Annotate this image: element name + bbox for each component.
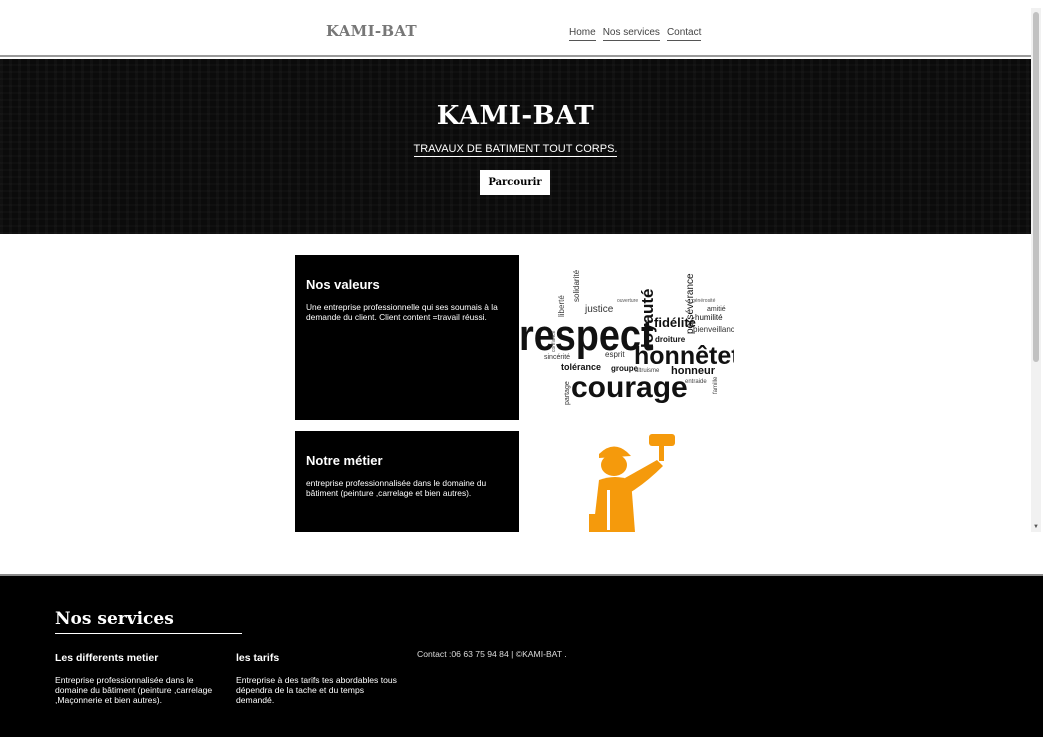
values-wordcloud-image: respect loyauté honnêteté courage fidéli… bbox=[519, 269, 734, 405]
hero-title: KAMI-BAT bbox=[436, 101, 595, 131]
roller-handle-shape bbox=[659, 445, 664, 461]
word-partage: partage bbox=[564, 381, 571, 405]
painter-worker-illustration bbox=[589, 434, 675, 532]
roller-head-shape bbox=[649, 434, 675, 446]
top-navbar: KAMI-BAT Home Nos services Contact bbox=[0, 0, 1031, 57]
footer-col-tarifs-title: les tarifs bbox=[236, 652, 280, 664]
footer-col-metiers-text: Entreprise professionnalisée dans le dom… bbox=[55, 675, 213, 705]
word-liberte: liberté bbox=[557, 295, 566, 317]
word-solidarite: solidarité bbox=[572, 269, 581, 302]
footer-contact: Contact :06 63 75 94 84 | ©KAMI-BAT . bbox=[417, 649, 567, 659]
word-honneur: honneur bbox=[671, 365, 716, 377]
hero-subtitle-text[interactable]: TRAVAUX DE BATIMENT TOUT CORPS. bbox=[413, 143, 618, 157]
word-ouverture: ouverture bbox=[617, 298, 638, 304]
word-famille: famille bbox=[713, 376, 719, 394]
footer-title: Nos services bbox=[55, 609, 174, 629]
hero-subtitle: TRAVAUX DE BATIMENT TOUT CORPS. bbox=[0, 143, 1031, 157]
footer-col-metiers-title: Les differents metier bbox=[55, 652, 159, 664]
page-scrollbar[interactable]: ▼ bbox=[1031, 8, 1041, 532]
overall-strap-line bbox=[607, 490, 610, 530]
word-confiance: confiance bbox=[551, 330, 557, 352]
word-humilite: humilité bbox=[695, 313, 723, 322]
word-esprit: esprit bbox=[605, 350, 625, 359]
footer-col-tarifs-text: Entreprise à des tarifs tes abordables t… bbox=[236, 675, 397, 705]
metier-card-title: Notre métier bbox=[306, 453, 383, 468]
bucket-shape bbox=[589, 514, 603, 532]
word-altruisme: altruisme bbox=[635, 368, 660, 374]
parcourir-button[interactable]: Parcourir bbox=[480, 170, 550, 195]
values-card-text: Une entreprise professionnelle qui ses s… bbox=[306, 302, 498, 322]
site-logo[interactable]: KAMI-BAT bbox=[326, 22, 417, 40]
footer-col-tarifs: les tarifs Entreprise à des tarifs tes a… bbox=[236, 652, 401, 705]
hero-banner: KAMI-BAT TRAVAUX DE BATIMENT TOUT CORPS.… bbox=[0, 59, 1031, 234]
word-sincerite: sincérité bbox=[544, 354, 570, 361]
scroll-down-arrow-icon[interactable]: ▼ bbox=[1033, 524, 1039, 530]
word-tolerance: tolérance bbox=[561, 362, 601, 372]
nav-link-contact[interactable]: Contact bbox=[666, 27, 702, 41]
values-card: Nos valeurs Une entreprise professionnel… bbox=[295, 255, 519, 420]
word-amitie: amitié bbox=[707, 306, 726, 313]
head-shape bbox=[601, 454, 627, 476]
nav-link-services[interactable]: Nos services bbox=[602, 27, 660, 41]
main-nav: Home Nos services Contact bbox=[569, 27, 702, 41]
nav-link-home[interactable]: Home bbox=[569, 27, 596, 41]
scrollbar-thumb[interactable] bbox=[1033, 12, 1039, 362]
site-footer: Nos services Les differents metier Entre… bbox=[0, 574, 1043, 737]
word-generosite: générosité bbox=[692, 298, 716, 304]
word-bienveillance: bienveillance bbox=[693, 325, 734, 334]
metier-card-text: entreprise professionnalisée dans le dom… bbox=[306, 478, 487, 498]
metier-card: Notre métier entreprise professionnalisé… bbox=[295, 431, 519, 532]
word-droiture: droiture bbox=[655, 335, 686, 344]
footer-col-metiers: Les differents metier Entreprise profess… bbox=[55, 652, 220, 705]
footer-title-underline bbox=[55, 633, 242, 634]
word-entraide: entraide bbox=[685, 379, 707, 385]
values-card-title: Nos valeurs bbox=[306, 277, 380, 292]
word-justice: justice bbox=[584, 304, 614, 315]
